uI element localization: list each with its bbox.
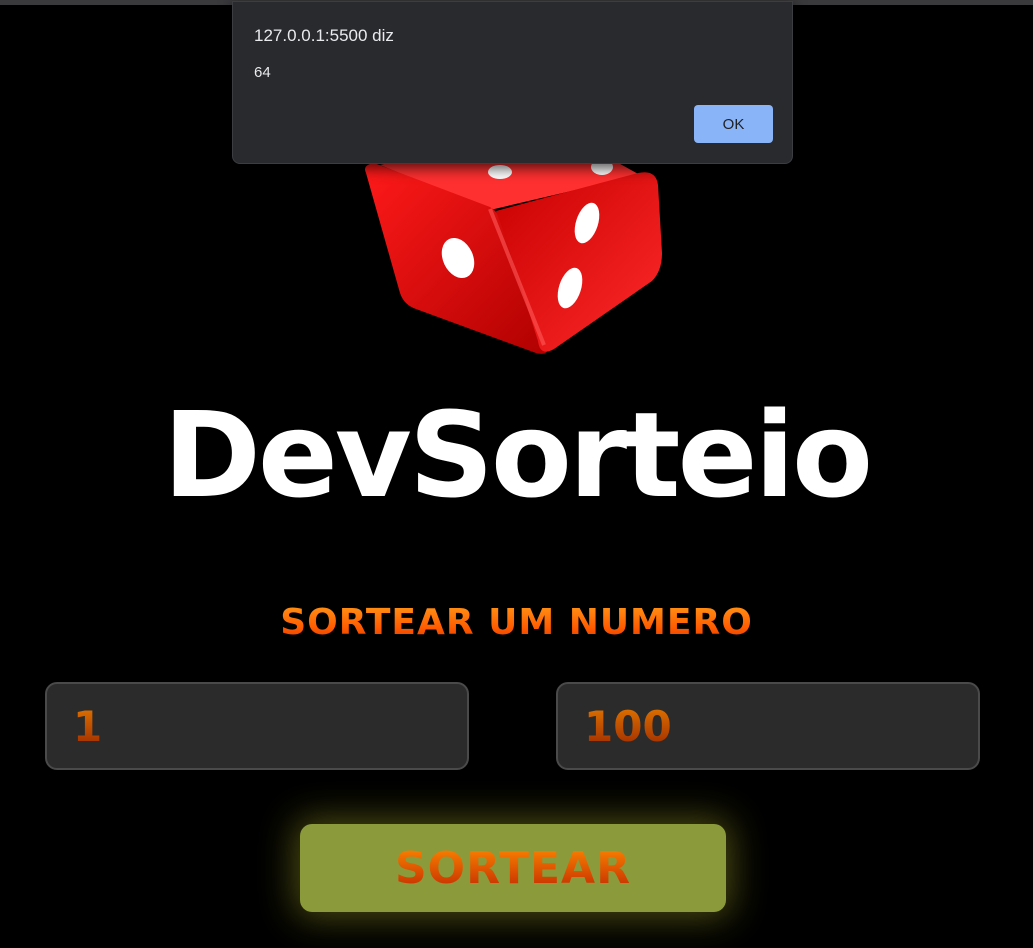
alert-ok-button[interactable]: OK bbox=[694, 105, 773, 143]
draw-button-label: SORTEAR bbox=[394, 842, 631, 894]
draw-button[interactable]: SORTEAR bbox=[300, 824, 726, 912]
logo-title: DevSorteio bbox=[162, 386, 873, 524]
min-number-value: 1 bbox=[73, 701, 103, 751]
min-number-input[interactable]: 1 bbox=[45, 682, 469, 770]
page: DevSorteio SORTEAR UM NUMERO 1 100 SORTE… bbox=[0, 0, 1033, 948]
page-heading: SORTEAR UM NUMERO bbox=[0, 598, 1033, 648]
max-number-value: 100 bbox=[584, 701, 672, 751]
alert-dialog: 127.0.0.1:5500 diz 64 OK bbox=[232, 1, 793, 164]
alert-message: 64 bbox=[254, 64, 271, 81]
alert-origin: 127.0.0.1:5500 diz bbox=[254, 26, 394, 45]
max-number-input[interactable]: 100 bbox=[556, 682, 980, 770]
